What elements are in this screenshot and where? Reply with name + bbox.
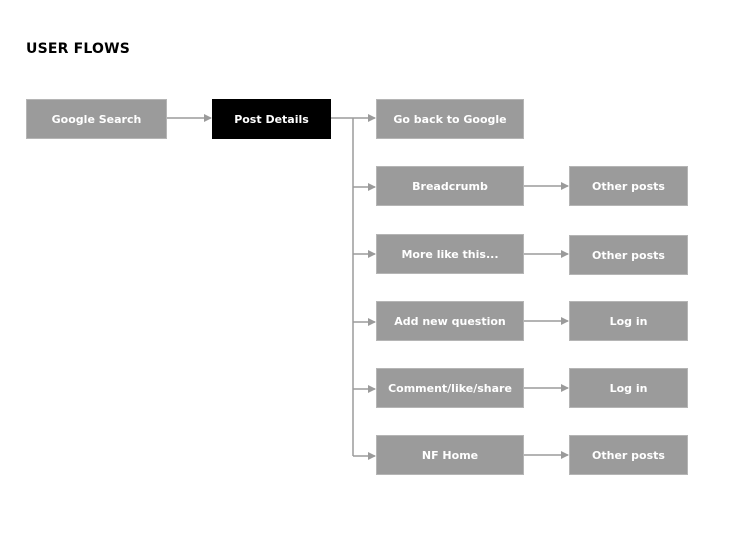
node-breadcrumb-target: Other posts [569, 166, 688, 206]
node-breadcrumb: Breadcrumb [376, 166, 524, 206]
node-more-like-this-target: Other posts [569, 235, 688, 275]
node-google-search: Google Search [26, 99, 167, 139]
node-comment-like-share-target: Log in [569, 368, 688, 408]
node-add-new-question: Add new question [376, 301, 524, 341]
node-go-back-to-google: Go back to Google [376, 99, 524, 139]
node-add-new-question-target: Log in [569, 301, 688, 341]
node-comment-like-share: Comment/like/share [376, 368, 524, 408]
node-more-like-this: More like this... [376, 234, 524, 274]
node-nf-home-target: Other posts [569, 435, 688, 475]
node-nf-home: NF Home [376, 435, 524, 475]
node-post-details: Post Details [212, 99, 331, 139]
